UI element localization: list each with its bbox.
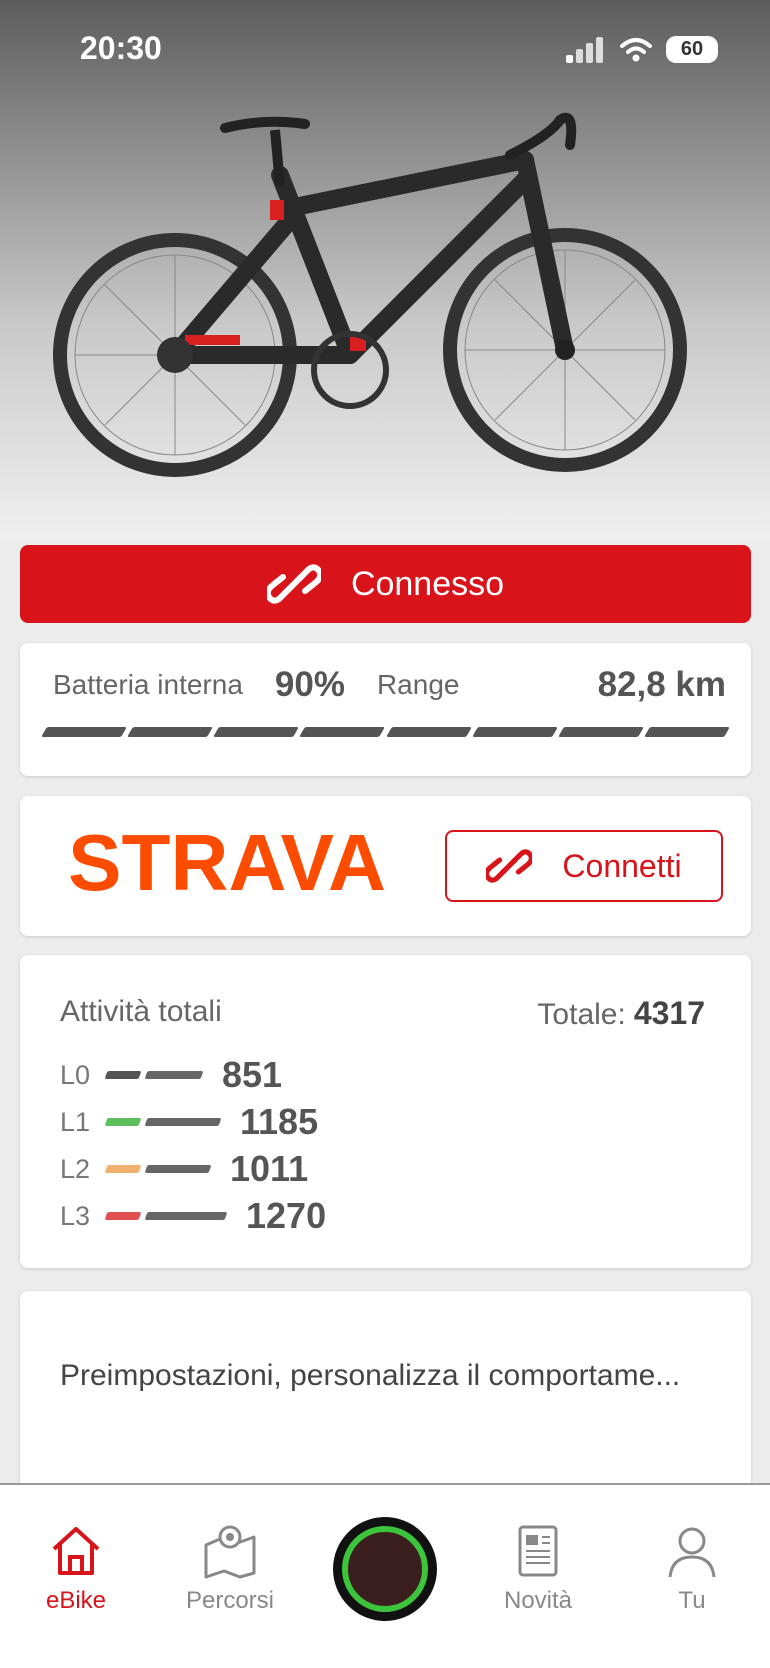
battery-label: Batteria interna xyxy=(53,669,243,700)
link-icon xyxy=(266,564,321,604)
activity-total-label: Totale: xyxy=(537,998,626,1031)
level-name: L1 xyxy=(60,1106,91,1137)
level-bar xyxy=(144,1118,222,1126)
level-name: L3 xyxy=(60,1200,91,1231)
user-icon xyxy=(668,1527,716,1578)
battery-segment xyxy=(41,727,128,737)
level-name: L2 xyxy=(60,1153,91,1184)
nav-tu[interactable]: Tu xyxy=(632,1523,752,1615)
strava-connect-button[interactable]: Connetti xyxy=(445,830,723,902)
battery-value: 90% xyxy=(274,665,345,704)
nav-label: eBike xyxy=(45,1587,107,1614)
level-bar xyxy=(144,1212,228,1220)
connected-label: Connesso xyxy=(350,564,505,603)
status-icons: 60 xyxy=(566,36,718,63)
range-value: 82,8 km xyxy=(597,665,726,704)
level-bar xyxy=(144,1071,204,1079)
battery-segment xyxy=(557,727,644,737)
news-icon xyxy=(518,1525,558,1577)
level-value: 1011 xyxy=(230,1148,309,1189)
map-icon xyxy=(204,1525,256,1579)
battery-segment xyxy=(127,727,214,737)
nav-label: Tu xyxy=(678,1587,706,1614)
battery-segment xyxy=(643,727,730,737)
battery-status: 60 xyxy=(666,36,718,63)
level-row-l1: L1 1185 xyxy=(60,1101,319,1142)
nav-percorsi[interactable]: Percorsi xyxy=(170,1523,290,1615)
level-color-swatch xyxy=(104,1165,142,1173)
battery-card: Batteria interna 90% Range 82,8 km xyxy=(20,643,751,776)
nav-label: Novità xyxy=(503,1587,573,1614)
activity-total: Totale: 4317 xyxy=(537,995,705,1032)
strava-logo: STRAVA xyxy=(68,826,386,902)
bottom-nav: eBike Percorsi Novità Tu xyxy=(0,1483,770,1668)
nav-ebike[interactable]: eBike xyxy=(16,1523,136,1615)
presets-card[interactable]: Preimpostazioni, personalizza il comport… xyxy=(20,1291,751,1491)
level-color-swatch xyxy=(104,1071,142,1079)
strava-card: STRAVA Connetti xyxy=(20,796,751,936)
bike-header: 20:30 60 xyxy=(0,0,770,540)
nav-novita[interactable]: Novità xyxy=(478,1523,598,1615)
activity-total-value: 4317 xyxy=(633,995,705,1031)
signal-icon xyxy=(566,36,603,63)
battery-level-bar xyxy=(41,727,730,737)
wifi-icon xyxy=(620,37,652,61)
link-icon xyxy=(486,849,533,883)
level-row-l2: L2 1011 xyxy=(60,1148,309,1189)
range-label: Range xyxy=(376,669,460,700)
level-color-swatch xyxy=(104,1212,142,1220)
level-bar xyxy=(144,1165,212,1173)
level-value: 851 xyxy=(222,1054,283,1095)
level-color-swatch xyxy=(104,1118,142,1126)
bike-image xyxy=(53,112,687,477)
center-ring-icon xyxy=(342,1526,428,1612)
activity-title: Attività totali xyxy=(60,995,222,1028)
level-value: 1270 xyxy=(246,1195,327,1236)
home-icon xyxy=(52,1527,100,1575)
status-time: 20:30 xyxy=(80,30,162,66)
activity-card[interactable]: Attività totali Totale: 4317 L0 851 L1 11… xyxy=(20,955,751,1268)
nav-label: Percorsi xyxy=(185,1587,275,1614)
connected-button[interactable]: Connesso xyxy=(20,545,751,623)
presets-text: Preimpostazioni, personalizza il comport… xyxy=(60,1359,681,1392)
battery-segment xyxy=(299,727,386,737)
svg-text:STRAVA: STRAVA xyxy=(68,826,386,902)
level-name: L0 xyxy=(60,1059,91,1090)
level-row-l0: L0 851 xyxy=(60,1054,283,1095)
level-value: 1185 xyxy=(240,1101,319,1142)
strava-connect-label: Connetti xyxy=(562,847,682,884)
level-row-l3: L3 1270 xyxy=(60,1195,327,1236)
battery-segment xyxy=(385,727,472,737)
center-action-button[interactable] xyxy=(333,1517,437,1621)
battery-segment xyxy=(213,727,300,737)
battery-segment xyxy=(471,727,558,737)
